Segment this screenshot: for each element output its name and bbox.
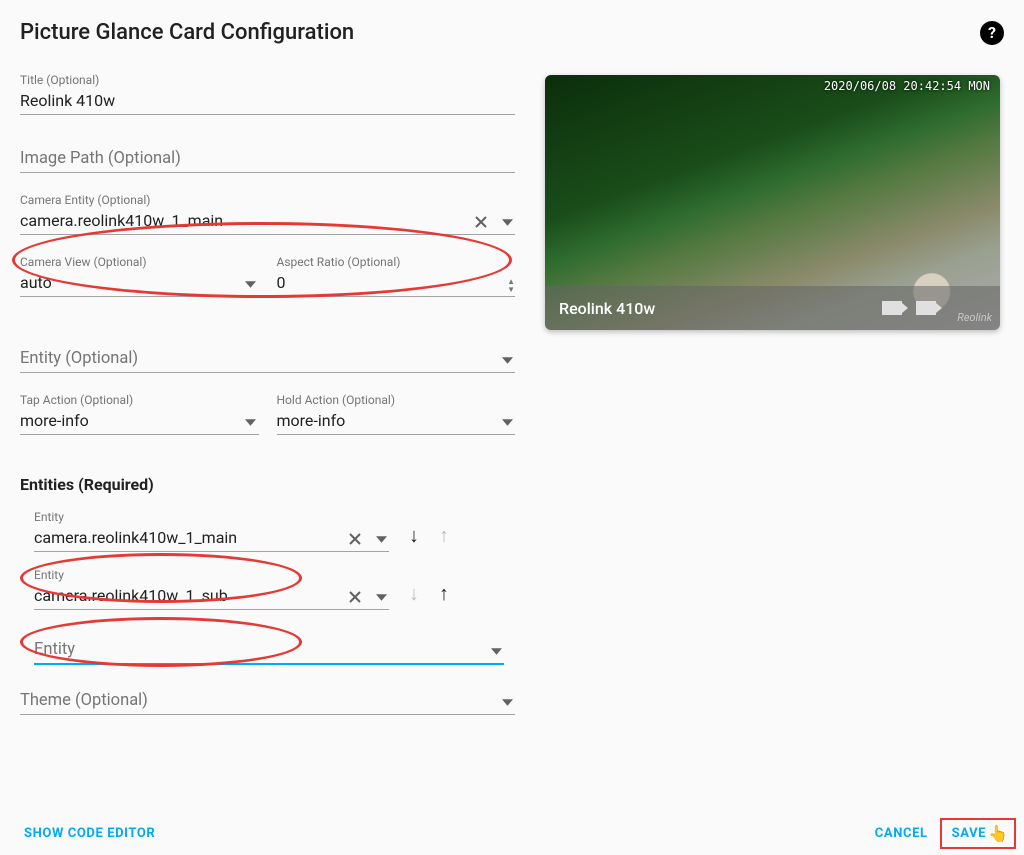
title-field[interactable]: Title (Optional) bbox=[20, 75, 515, 115]
camera-icon[interactable] bbox=[882, 301, 902, 315]
move-up-icon[interactable]: ↑ bbox=[439, 581, 449, 610]
dropdown-icon[interactable] bbox=[499, 214, 515, 230]
aspect-ratio-input[interactable] bbox=[277, 271, 516, 296]
form-column: Title (Optional) Image Path (Optional) C… bbox=[20, 75, 515, 737]
dropdown-icon[interactable] bbox=[499, 352, 515, 368]
tap-action-input[interactable] bbox=[20, 409, 259, 434]
preview-overlay: Reolink 410w bbox=[545, 286, 1000, 330]
save-button[interactable]: SAVE bbox=[952, 826, 986, 841]
entity-item-label: Entity bbox=[34, 510, 64, 524]
entity-row-new: Entity bbox=[20, 636, 515, 665]
move-down-icon[interactable]: ↓ bbox=[409, 523, 419, 552]
tap-action-label: Tap Action (Optional) bbox=[20, 393, 133, 407]
help-icon[interactable]: ? bbox=[980, 21, 1004, 45]
dropdown-icon[interactable] bbox=[243, 414, 259, 430]
dropdown-icon[interactable] bbox=[243, 276, 259, 292]
aspect-ratio-label: Aspect Ratio (Optional) bbox=[277, 255, 401, 269]
move-down-icon: ↓ bbox=[409, 581, 419, 610]
clear-icon[interactable] bbox=[473, 214, 489, 230]
camera-view-label: Camera View (Optional) bbox=[20, 255, 147, 269]
entity-row: Entity ↓ ↑ bbox=[20, 570, 515, 610]
theme-field[interactable]: Theme (Optional) bbox=[20, 691, 515, 715]
preview-card[interactable]: 2020/06/08 20:42:54 MON Reolink 410w Reo… bbox=[545, 75, 1000, 330]
camera-entity-field[interactable]: Camera Entity (Optional) bbox=[20, 195, 515, 235]
image-path-field[interactable]: Image Path (Optional) bbox=[20, 149, 515, 173]
dropdown-icon[interactable] bbox=[499, 414, 515, 430]
clear-icon[interactable] bbox=[347, 531, 363, 547]
aspect-ratio-field[interactable]: Aspect Ratio (Optional) ▲▼ bbox=[277, 257, 516, 297]
entity-new-label: Entity bbox=[34, 640, 504, 663]
tap-action-field[interactable]: Tap Action (Optional) bbox=[20, 395, 259, 435]
show-code-editor-button[interactable]: SHOW CODE EDITOR bbox=[20, 818, 159, 849]
image-path-label: Image Path (Optional) bbox=[20, 149, 515, 172]
entity-item-field[interactable]: Entity bbox=[34, 512, 389, 552]
cursor-pointer-icon: 👆 bbox=[988, 824, 1008, 843]
entity-item-field[interactable]: Entity bbox=[34, 570, 389, 610]
cancel-button[interactable]: CANCEL bbox=[871, 818, 932, 849]
camera-view-field[interactable]: Camera View (Optional) bbox=[20, 257, 259, 297]
page-title: Picture Glance Card Configuration bbox=[20, 20, 354, 45]
entity-label: Entity (Optional) bbox=[20, 349, 515, 372]
title-label: Title (Optional) bbox=[20, 73, 99, 87]
hold-action-input[interactable] bbox=[277, 409, 516, 434]
preview-column: 2020/06/08 20:42:54 MON Reolink 410w Reo… bbox=[545, 75, 1000, 737]
entity-new-field[interactable]: Entity bbox=[34, 636, 504, 665]
preview-timestamp: 2020/06/08 20:42:54 MON bbox=[824, 79, 990, 93]
entity-row: Entity ↓ ↑ bbox=[20, 512, 515, 552]
dropdown-icon[interactable] bbox=[373, 589, 389, 605]
preview-title: Reolink 410w bbox=[559, 299, 655, 318]
camera-view-input[interactable] bbox=[20, 271, 259, 296]
dropdown-icon[interactable] bbox=[373, 531, 389, 547]
entity-field[interactable]: Entity (Optional) bbox=[20, 349, 515, 373]
move-up-icon: ↑ bbox=[439, 523, 449, 552]
number-stepper[interactable]: ▲▼ bbox=[507, 278, 515, 294]
camera-entity-input[interactable] bbox=[20, 209, 515, 234]
dropdown-icon[interactable] bbox=[488, 643, 504, 659]
entities-header: Entities (Required) bbox=[20, 475, 515, 494]
hold-action-field[interactable]: Hold Action (Optional) bbox=[277, 395, 516, 435]
annotation-save-highlight: SAVE 👆 bbox=[940, 818, 1016, 849]
title-input[interactable] bbox=[20, 89, 515, 114]
preview-watermark: Reolink bbox=[957, 311, 992, 324]
dropdown-icon[interactable] bbox=[499, 694, 515, 710]
clear-icon[interactable] bbox=[347, 589, 363, 605]
camera-icon[interactable] bbox=[916, 301, 936, 315]
camera-entity-label: Camera Entity (Optional) bbox=[20, 193, 150, 207]
hold-action-label: Hold Action (Optional) bbox=[277, 393, 396, 407]
entity-item-input[interactable] bbox=[34, 584, 389, 609]
entity-item-input[interactable] bbox=[34, 526, 389, 551]
theme-label: Theme (Optional) bbox=[20, 691, 515, 714]
entity-item-label: Entity bbox=[34, 568, 64, 582]
